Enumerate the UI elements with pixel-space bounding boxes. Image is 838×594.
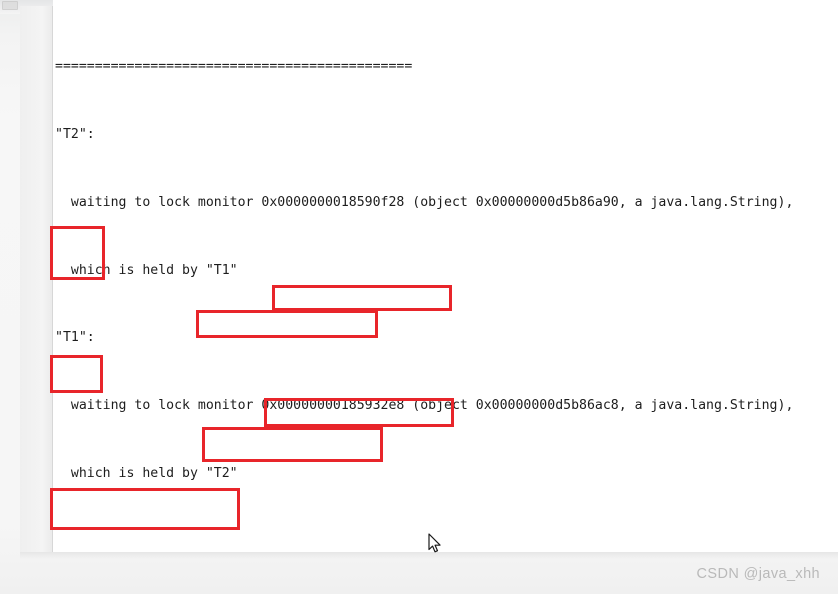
csdn-watermark: CSDN @java_xhh <box>696 566 820 582</box>
line-t2-waiting: waiting to lock monitor 0x0000000018590f… <box>55 194 794 210</box>
screenshot-root: ========================================… <box>0 0 838 594</box>
mouse-pointer-icon <box>428 533 442 554</box>
window-minimize-icon[interactable] <box>2 1 18 10</box>
line-blank-1 <box>55 531 838 554</box>
line-t2-held-by: which is held by "T1" <box>55 262 238 278</box>
line-t2-header: "T2": <box>55 126 95 142</box>
editor-gutter <box>20 6 52 552</box>
line-separator-1: ========================================… <box>55 59 413 75</box>
line-t1-held-by: which is held by "T2" <box>55 465 238 481</box>
line-t1-header: "T1": <box>55 330 95 346</box>
thread-dump-text: ========================================… <box>55 11 838 594</box>
line-t1-waiting: waiting to lock monitor 0x00000000185932… <box>55 398 794 414</box>
